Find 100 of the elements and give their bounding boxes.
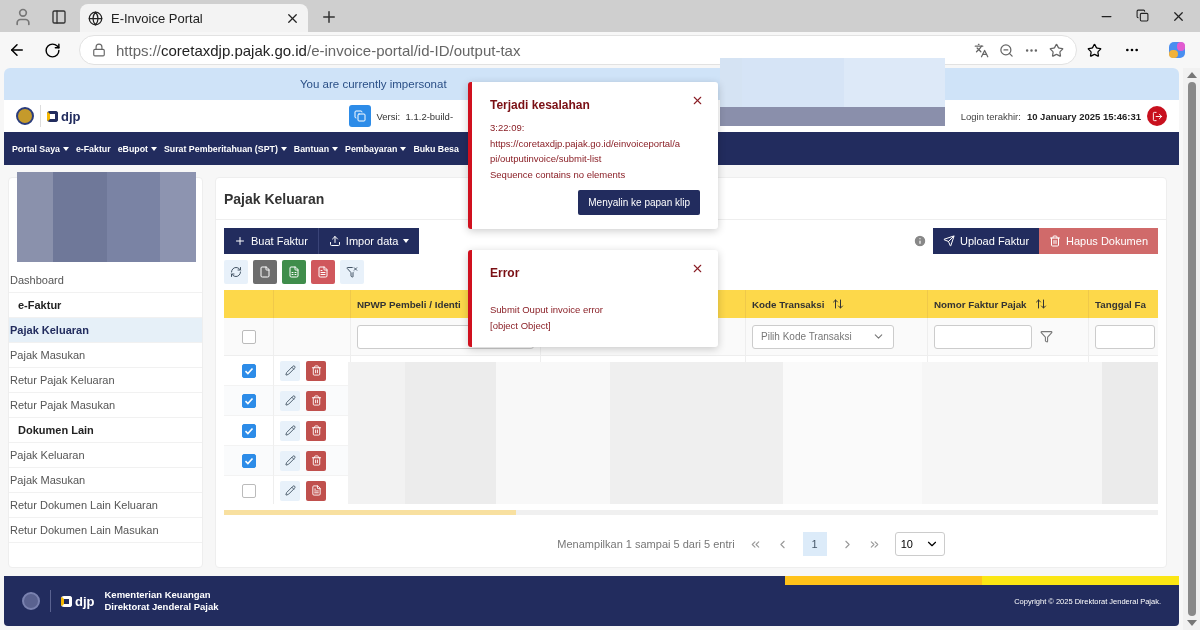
pencil-icon (284, 455, 296, 466)
delete-button[interactable] (306, 360, 326, 381)
trash-icon (310, 425, 322, 436)
pencil-icon (284, 395, 296, 406)
column-header[interactable]: Kode Transaksi (746, 290, 928, 318)
banner-text: You are currently impersonat (300, 78, 447, 90)
sidebar-item[interactable]: Pajak Keluaran (9, 318, 202, 343)
delete-document-button[interactable]: Hapus Dokumen (1039, 228, 1158, 254)
sort-icon[interactable] (1034, 298, 1047, 310)
file-button[interactable] (253, 260, 277, 284)
document-icon (317, 266, 329, 278)
pdf-button[interactable] (311, 260, 335, 284)
trash-icon (310, 455, 322, 466)
filter-icon[interactable] (1040, 330, 1053, 343)
filter-select[interactable]: Pilih Kode Transaksi (752, 324, 894, 349)
excel-button[interactable] (282, 260, 306, 284)
upload-invoice-button[interactable]: Upload Faktur (932, 228, 1040, 254)
refresh-icon (230, 266, 242, 278)
copy-version-button[interactable] (348, 105, 371, 127)
close-icon[interactable] (691, 94, 704, 107)
spreadsheet-icon (288, 266, 300, 278)
back-icon[interactable] (8, 41, 26, 59)
paper-plane-icon (942, 235, 955, 247)
nav-menu-item[interactable]: Pembayaran (345, 143, 407, 154)
edit-button[interactable] (280, 480, 300, 501)
toast-title: Terjadi kesalahan (490, 98, 590, 112)
column-header[interactable]: Nomor Faktur Pajak (928, 290, 1089, 318)
djp-logo: djp (47, 108, 81, 124)
plus-icon (234, 235, 246, 247)
refresh-button[interactable] (224, 260, 248, 284)
favorites-icon[interactable] (1087, 42, 1102, 58)
nav-menu-item[interactable]: Surat Pemberitahuan (SPT) (163, 143, 287, 154)
emblem-icon (16, 107, 34, 125)
edit-button[interactable] (280, 420, 300, 441)
filter-field[interactable] (934, 324, 1032, 349)
check-icon (243, 365, 254, 376)
address-bar[interactable]: https://coretaxdjp.pajak.go.id/e-invoice-portal/id-ID/output-tax (79, 35, 1077, 65)
tab-title: E-Invoice Portal (111, 10, 204, 26)
trash-icon (1049, 235, 1062, 247)
edit-button[interactable] (280, 360, 300, 381)
pencil-icon (284, 485, 296, 496)
translate-icon[interactable] (974, 42, 989, 58)
filter-clear-icon (346, 266, 358, 278)
close-icon[interactable] (691, 262, 704, 275)
nav-menu-item[interactable]: eBupot (117, 143, 157, 154)
copy-button[interactable]: Menyalin ke papan klip (578, 190, 700, 215)
zoom-out-icon[interactable] (999, 42, 1014, 58)
pagination-summary: Menampilkan 1 sampai 5 dari 5 entri (557, 538, 735, 551)
page-button[interactable]: 1 (802, 532, 827, 557)
pencil-icon (284, 365, 296, 376)
clear-filter-button[interactable] (340, 260, 364, 284)
star-icon[interactable] (1049, 42, 1064, 58)
emblem-icon (22, 592, 40, 610)
check-icon (243, 395, 254, 406)
reload-icon[interactable] (44, 41, 61, 59)
sort-icon[interactable] (832, 298, 845, 310)
trash-icon (310, 365, 322, 376)
url-text: https://coretaxdjp.pajak.go.id/e-invoice-portal/id-ID/output-tax (116, 41, 522, 59)
logout-icon (1151, 110, 1163, 122)
nav-menu-item[interactable]: e-Faktur (75, 143, 111, 154)
login-label: Login terakhir: (960, 110, 1021, 122)
upload-icon (328, 235, 341, 247)
row-checkbox[interactable] (241, 423, 256, 438)
nav-menu-item[interactable]: Portal Saya (12, 143, 69, 154)
vertical-scrollbar[interactable] (1183, 68, 1200, 630)
browser-tab[interactable]: E-Invoice Portal (80, 4, 308, 32)
login-time: 10 January 2025 15:46:31 (1026, 110, 1141, 122)
djp-logo: djp (61, 593, 95, 609)
info-icon[interactable] (912, 234, 927, 248)
logout-button[interactable] (1147, 106, 1167, 126)
edit-button[interactable] (280, 390, 300, 411)
version-text: Versi: 1.1.2-build- (376, 110, 454, 122)
toast-title: Error (490, 266, 520, 280)
row-checkbox[interactable] (241, 483, 256, 498)
check-icon (243, 425, 254, 436)
file-icon (259, 266, 271, 278)
delete-button[interactable] (306, 450, 326, 471)
page-size-select[interactable]: 10 (894, 532, 945, 557)
globe-icon (88, 10, 103, 26)
column-header[interactable]: Tanggal Fa (1089, 290, 1158, 318)
delete-button[interactable] (306, 390, 326, 411)
horizontal-scrollbar[interactable] (224, 510, 1158, 516)
create-invoice-button[interactable]: Buat Faktur (224, 228, 319, 254)
nav-menu-item[interactable]: Buku Besa (413, 143, 459, 154)
delete-button[interactable] (306, 420, 326, 441)
import-button[interactable]: Impor data (318, 228, 420, 254)
filter-field[interactable] (1095, 324, 1155, 349)
row-checkbox[interactable] (241, 453, 256, 468)
check-icon (243, 455, 254, 466)
restore-icon[interactable] (1136, 8, 1149, 22)
lock-icon (92, 43, 106, 57)
pdf-button[interactable] (306, 480, 326, 501)
pencil-icon (284, 425, 296, 436)
edit-button[interactable] (280, 450, 300, 471)
row-checkbox[interactable] (241, 393, 256, 408)
copy-icon (353, 110, 366, 122)
organization-name: Kementerian Keuangan Direktorat Jenderal Pajak (104, 589, 219, 613)
row-checkbox[interactable] (241, 363, 256, 378)
select-all-checkbox[interactable] (241, 329, 256, 344)
nav-menu-item[interactable]: Bantuan (293, 143, 339, 154)
